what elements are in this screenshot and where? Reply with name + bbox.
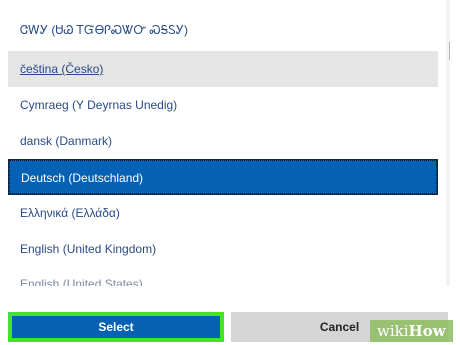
language-option-german[interactable]: Deutsch (Deutschland) bbox=[8, 159, 438, 195]
triangle-down-icon[interactable]: ▼ bbox=[446, 272, 450, 282]
select-button[interactable]: Select bbox=[8, 312, 224, 342]
language-option-english-us[interactable]: English (United States) bbox=[8, 266, 438, 286]
language-option-welsh[interactable]: Cymraeg (Y Deyrnas Unedig) bbox=[8, 87, 438, 123]
language-option-english-uk[interactable]: English (United Kingdom) bbox=[8, 231, 438, 267]
vertical-scrollbar[interactable]: ▲ ▼ bbox=[446, 0, 450, 286]
triangle-up-icon[interactable]: ▲ bbox=[446, 2, 450, 12]
language-option-danish[interactable]: dansk (Danmark) bbox=[8, 123, 438, 159]
scrollbar-thumb[interactable] bbox=[449, 42, 450, 60]
watermark-wiki-text: wiki bbox=[377, 322, 409, 340]
wikihow-watermark: wikiHow bbox=[370, 320, 453, 342]
language-listbox[interactable]: ᏣᎳᎩ (ᏌᏊ ᎢᏳᎾᎵᏍᏔᏅ ᏍᎦᏚᎩ) čeština (Česko) Cy… bbox=[8, 0, 450, 286]
language-option-czech[interactable]: čeština (Česko) bbox=[8, 51, 438, 87]
language-option-greek[interactable]: Ελληνικά (Ελλάδα) bbox=[8, 195, 438, 231]
language-option-cherokee[interactable]: ᏣᎳᎩ (ᏌᏊ ᎢᏳᎾᎵᏍᏔᏅ ᏍᎦᏚᎩ) bbox=[8, 12, 438, 48]
watermark-how-text: How bbox=[408, 322, 446, 340]
